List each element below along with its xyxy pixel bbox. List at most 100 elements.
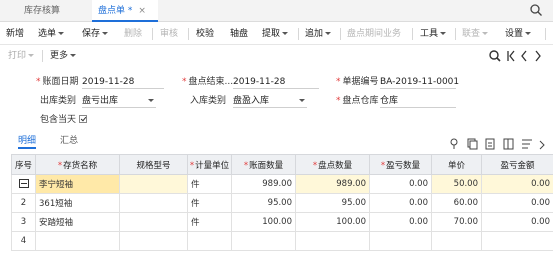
tab-inventory-accounting[interactable]: 库存核算 <box>24 0 60 22</box>
new-button[interactable]: 新增 <box>6 23 24 45</box>
cell-diff-qty[interactable]: 0.00 <box>369 174 432 194</box>
count-end-date-label: * 盘点结束... <box>182 77 234 87</box>
table-row[interactable]: 李宁短袖 件 989.00 989.00 0.00 50.00 0.00 <box>11 174 553 194</box>
column-header[interactable]: *存货名称 <box>35 154 120 175</box>
cell-book-qty[interactable]: 95.00 <box>231 193 296 213</box>
delete-button[interactable]: 删除 <box>124 23 142 45</box>
tab-summary[interactable]: 汇总 <box>60 133 78 149</box>
cell-diff-amount[interactable]: 0.00 <box>481 174 553 194</box>
cell-unit[interactable]: 件 <box>187 212 232 232</box>
cell-diff-qty[interactable] <box>369 231 432 251</box>
table-row[interactable]: 4 <box>11 231 553 251</box>
cell-diff-qty[interactable]: 0.00 <box>369 193 432 213</box>
first-record-icon[interactable] <box>507 50 515 62</box>
more-icon[interactable] <box>539 140 545 150</box>
next-record-icon[interactable] <box>535 50 541 62</box>
count-end-date-field[interactable]: 2019-11-28 <box>233 75 319 89</box>
cell-unit[interactable]: 件 <box>187 193 232 213</box>
cell-diff-amount[interactable] <box>481 231 553 251</box>
filter-icon[interactable] <box>522 139 532 149</box>
tab-label: 库存核算 <box>24 6 61 16</box>
cell-price[interactable]: 50.00 <box>431 174 482 194</box>
linked-query-button[interactable]: 联查 <box>462 23 489 45</box>
cell-spec[interactable] <box>119 174 188 194</box>
table-row[interactable]: 3 安踏短袖 件 100.00 100.00 0.00 70.00 0.00 <box>11 212 553 232</box>
column-header[interactable]: 规格型号 <box>119 154 188 175</box>
inbound-type-select[interactable]: 盘盈入库 <box>233 94 307 108</box>
cell-price[interactable] <box>431 231 482 251</box>
table-header-row: 序号 *存货名称 规格型号 *计量单位 *账面数量 *盘点数量 *盈亏数量 单价… <box>11 154 553 175</box>
print-button[interactable]: 打印 <box>8 46 35 66</box>
cell-count-qty[interactable] <box>295 231 370 251</box>
cell-diff-qty[interactable]: 0.00 <box>369 212 432 232</box>
column-header[interactable]: *盈亏数量 <box>369 154 432 175</box>
tab-stocktake-active[interactable]: 盘点单 * × <box>92 0 158 22</box>
cell-item-name[interactable] <box>35 231 120 251</box>
secondary-toolbar: 打印 更多 <box>0 46 553 66</box>
column-header[interactable]: 盈亏金额 <box>481 154 553 175</box>
document-no-field[interactable]: BA-2019-11-0001 <box>380 75 459 89</box>
cell-price[interactable]: 60.00 <box>431 193 482 213</box>
cell-item-name[interactable]: 361短袖 <box>35 193 120 213</box>
cell-spec[interactable] <box>119 193 188 213</box>
save-button[interactable]: 保存 <box>82 23 109 45</box>
tools-button[interactable]: 工具 <box>420 23 447 45</box>
cell-spec[interactable] <box>119 212 188 232</box>
locate-icon[interactable] <box>489 50 501 62</box>
row-menu-icon[interactable] <box>18 179 29 188</box>
export-icon[interactable] <box>485 138 495 150</box>
warehouse-field[interactable]: 仓库 <box>380 94 456 108</box>
chevron-down-icon <box>282 32 289 35</box>
cell-item-name[interactable]: 安踏短袖 <box>35 212 120 232</box>
cell-price[interactable]: 70.00 <box>431 212 482 232</box>
document-no-label: * 单据编号 <box>336 77 379 87</box>
checkbox-checked-icon[interactable] <box>79 115 88 123</box>
cell-count-qty[interactable]: 989.00 <box>295 174 370 194</box>
row-handle[interactable] <box>11 174 36 194</box>
column-header[interactable]: 序号 <box>11 154 36 175</box>
tab-detail[interactable]: 明细 <box>18 133 37 149</box>
close-icon[interactable]: × <box>138 6 146 16</box>
settings-button[interactable]: 设置 <box>505 23 532 45</box>
chevron-down-icon <box>299 99 305 102</box>
column-header[interactable]: *盘点数量 <box>295 154 370 175</box>
warehouse-label: * 盘点仓库 <box>336 96 379 106</box>
column-header[interactable]: 单价 <box>431 154 482 175</box>
book-date-field[interactable]: 2019-11-28 <box>82 75 164 89</box>
include-today-checkbox[interactable]: 包含当天 <box>40 113 88 127</box>
tab-bar: 库存核算 盘点单 * × <box>0 0 553 22</box>
chevron-down-icon <box>325 32 332 35</box>
cell-row-no: 2 <box>11 193 36 213</box>
approve-button[interactable]: 审核 <box>160 23 178 45</box>
cell-diff-amount[interactable]: 0.00 <box>481 212 553 232</box>
previous-record-icon[interactable] <box>521 50 527 62</box>
select-source-button[interactable]: 选单 <box>38 23 65 45</box>
cell-spec[interactable] <box>119 231 188 251</box>
cell-book-qty[interactable]: 100.00 <box>231 212 296 232</box>
column-header[interactable]: *计量单位 <box>187 154 232 175</box>
more-button[interactable]: 更多 <box>50 46 77 66</box>
verify-button[interactable]: 校验 <box>196 23 214 45</box>
copy-icon[interactable] <box>467 138 478 150</box>
column-header[interactable]: *账面数量 <box>231 154 296 175</box>
cell-unit[interactable]: 件 <box>187 174 232 194</box>
chevron-down-icon <box>102 32 109 35</box>
axis-count-button[interactable]: 轴盘 <box>230 23 248 45</box>
cell-count-qty[interactable]: 100.00 <box>295 212 370 232</box>
cell-book-qty[interactable]: 989.00 <box>231 174 296 194</box>
cell-count-qty[interactable]: 95.00 <box>295 193 370 213</box>
tab-label: 盘点单 * <box>98 6 133 16</box>
cell-diff-amount[interactable]: 0.00 <box>481 193 553 213</box>
cell-unit[interactable] <box>187 231 232 251</box>
chevron-down-icon <box>525 32 532 35</box>
location-pin-icon[interactable] <box>450 138 458 149</box>
cell-item-name[interactable]: 李宁短袖 <box>35 174 120 194</box>
extract-button[interactable]: 提取 <box>262 23 289 45</box>
cell-book-qty[interactable] <box>231 231 296 251</box>
column-settings-icon[interactable] <box>503 138 514 150</box>
table-row[interactable]: 2 361短袖 件 95.00 95.00 0.00 60.00 0.00 <box>11 193 553 213</box>
append-button[interactable]: 追加 <box>305 23 332 45</box>
outbound-type-select[interactable]: 盘亏出库 <box>82 94 156 108</box>
period-business-button[interactable]: 盘点期间业务 <box>347 23 401 45</box>
search-icon[interactable] <box>529 3 543 17</box>
